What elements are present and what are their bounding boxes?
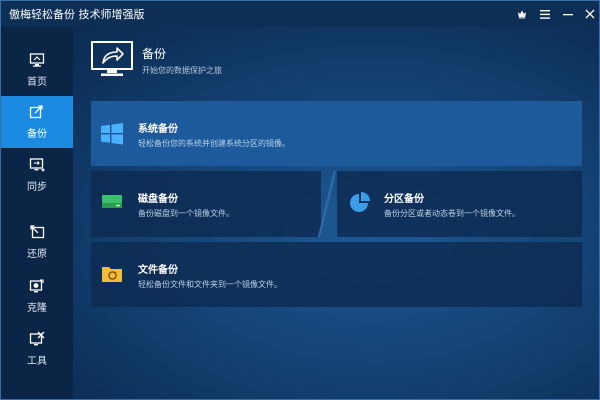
disk-icon (102, 195, 122, 208)
minimize-icon[interactable] (557, 4, 579, 24)
pie-chart-icon (350, 192, 370, 212)
windows-icon (101, 123, 123, 145)
monitor-share-icon (91, 41, 133, 76)
sidebar-item-label: 工具 (27, 356, 47, 367)
sidebar-item-label: 克隆 (27, 303, 47, 314)
menu-icon[interactable] (534, 4, 556, 24)
file-backup-card[interactable]: 文件备份 轻松备份文件和文件夹到一个镜像文件。 (91, 242, 582, 307)
sidebar-item-label: 还原 (27, 249, 47, 260)
system-backup-card[interactable]: 系统备份 轻松备份您的系统并创建系统分区的镜像。 (91, 101, 582, 166)
sidebar-item-label: 首页 (27, 77, 47, 88)
page-subtitle: 开始您的数据保护之旅 (142, 66, 222, 75)
file-backup-desc: 轻松备份文件和文件夹到一个镜像文件。 (138, 280, 282, 289)
disk-backup-card[interactable]: 磁盘备份 备份磁盘到一个镜像文件。 (91, 171, 321, 237)
partition-backup-desc: 备份分区或者动态卷到一个镜像文件。 (384, 209, 520, 218)
partition-backup-title: 分区备份 (384, 194, 424, 205)
card-divider (317, 171, 337, 237)
app-window: 傲梅轻松备份 技术师增强版 首页 备份 同步 还原 克隆 工具 备份 开始您的数… (0, 0, 600, 400)
disk-backup-desc: 备份磁盘到一个镜像文件。 (138, 209, 234, 218)
sidebar-item-home[interactable]: 首页 (1, 44, 73, 96)
sidebar-item-clone[interactable]: 克隆 (1, 270, 73, 322)
crown-icon[interactable] (511, 4, 533, 24)
sidebar: 首页 备份 同步 还原 克隆 工具 (1, 27, 73, 399)
file-backup-title: 文件备份 (138, 265, 178, 276)
disk-backup-title: 磁盘备份 (138, 194, 178, 205)
sidebar-item-restore[interactable]: 还原 (1, 216, 73, 268)
sidebar-item-label: 备份 (27, 129, 47, 140)
sidebar-item-tools[interactable]: 工具 (1, 323, 73, 375)
folder-icon (102, 267, 122, 282)
system-backup-title: 系统备份 (138, 124, 178, 135)
window-title: 傲梅轻松备份 技术师增强版 (9, 8, 145, 21)
home-icon (29, 53, 45, 67)
sidebar-item-sync[interactable]: 同步 (1, 149, 73, 201)
partition-backup-card[interactable]: 分区备份 备份分区或者动态卷到一个镜像文件。 (337, 171, 582, 237)
sidebar-item-label: 同步 (27, 182, 47, 193)
restore-icon (30, 225, 45, 239)
system-backup-desc: 轻松备份您的系统并创建系统分区的镜像。 (138, 139, 290, 148)
page-title: 备份 (142, 47, 167, 61)
sidebar-item-backup[interactable]: 备份 (1, 96, 73, 148)
tools-icon (29, 331, 45, 346)
clone-icon (29, 279, 44, 293)
backup-icon (29, 105, 43, 119)
close-icon[interactable] (579, 4, 599, 24)
title-bar: 傲梅轻松备份 技术师增强版 (1, 1, 599, 27)
sync-icon (29, 158, 45, 172)
